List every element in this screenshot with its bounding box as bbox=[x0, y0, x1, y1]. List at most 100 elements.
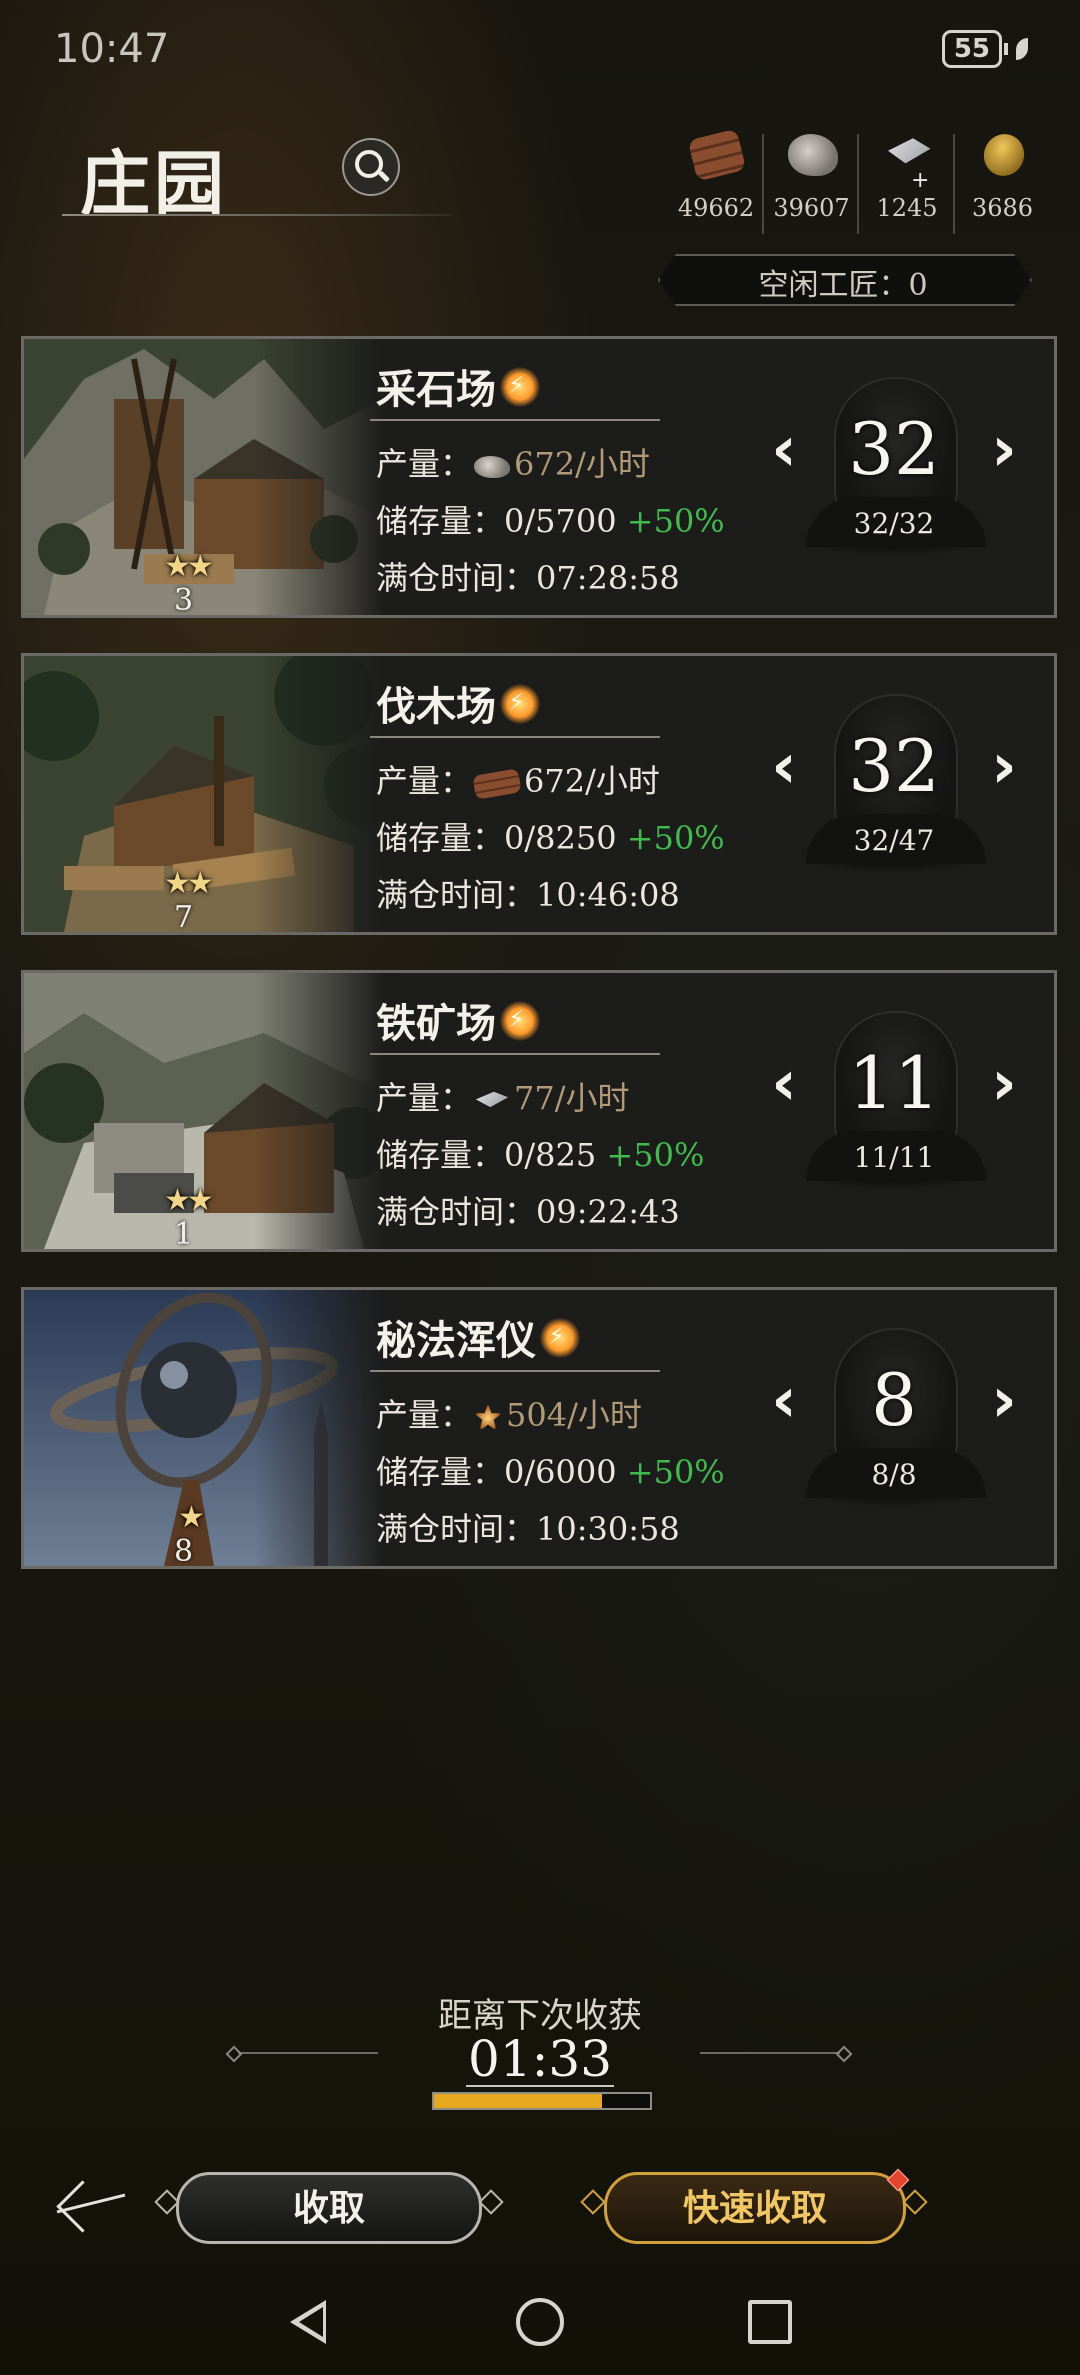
storage-value: 0/825 bbox=[504, 1136, 597, 1174]
worker-count: 8 bbox=[871, 1358, 917, 1442]
building-stars: ★★ bbox=[164, 1183, 214, 1218]
name-divider bbox=[370, 736, 660, 738]
storage-bonus: +50% bbox=[626, 819, 725, 857]
resource-coin-value: 3686 bbox=[971, 194, 1034, 222]
storage-row: 储存量：0/8250 +50% bbox=[376, 813, 725, 859]
storage-value: 0/5700 bbox=[504, 502, 617, 540]
timer-underline bbox=[466, 2085, 614, 2087]
building-name-text: 铁矿场 bbox=[376, 1000, 496, 1047]
boost-icon[interactable] bbox=[540, 1318, 580, 1358]
nav-recents-icon[interactable] bbox=[748, 2300, 792, 2344]
building-stars: ★★ bbox=[164, 549, 214, 584]
output-label: 产量： bbox=[376, 445, 473, 483]
name-divider bbox=[370, 419, 660, 421]
output-label: 产量： bbox=[376, 762, 473, 800]
status-time: 10:47 bbox=[54, 26, 170, 72]
building-name: 伐木场 bbox=[376, 674, 540, 732]
nav-home-icon[interactable] bbox=[516, 2298, 564, 2346]
nav-back-icon[interactable] bbox=[290, 2300, 326, 2344]
quick-collect-button[interactable]: 快速收取 bbox=[604, 2172, 906, 2244]
stone-icon bbox=[474, 455, 511, 478]
output-label: 产量： bbox=[376, 1396, 473, 1434]
boost-icon[interactable] bbox=[500, 684, 540, 724]
building-card-quarry[interactable]: ★★ 3 采石场 产量： 672/小时 储存量：0/5700 +50% 满仓时间：… bbox=[21, 336, 1057, 618]
worker-ratio: 11/11 bbox=[853, 1141, 935, 1174]
full-time-label: 满仓时间： bbox=[376, 1510, 537, 1548]
art-fade bbox=[254, 656, 384, 932]
output-row: 产量： 77/小时 bbox=[376, 1073, 630, 1119]
quarry-artwork: ★★ 3 bbox=[24, 339, 384, 615]
harvest-progress-fill bbox=[434, 2094, 603, 2108]
storage-row: 储存量：0/5700 +50% bbox=[376, 496, 725, 542]
name-divider bbox=[370, 1053, 660, 1055]
full-time-value: 10:46:08 bbox=[536, 876, 680, 914]
page-header: 庄园 bbox=[62, 128, 452, 225]
full-time-label: 满仓时间： bbox=[376, 1193, 537, 1231]
harvest-timer: 01:33 bbox=[467, 2030, 613, 2088]
resource-wood[interactable]: 49662 bbox=[668, 128, 762, 234]
worker-count: 32 bbox=[848, 724, 940, 808]
building-level: 1 bbox=[174, 1217, 194, 1249]
name-divider bbox=[370, 1370, 660, 1372]
resource-bar: 49662 39607 + 1245 3686 bbox=[668, 128, 1049, 234]
battery-indicator: 55 bbox=[941, 30, 1028, 68]
storage-row: 储存量：0/825 +50% bbox=[376, 1130, 704, 1176]
collect-button[interactable]: 收取 bbox=[176, 2172, 482, 2244]
output-row: 产量： 504/小时 bbox=[376, 1390, 642, 1436]
full-time-row: 满仓时间：10:46:08 bbox=[376, 870, 680, 916]
building-name-text: 采石场 bbox=[376, 366, 496, 413]
ornament-diamond-icon bbox=[580, 2189, 606, 2215]
worker-selector: ‹ › 32 32/32 bbox=[754, 367, 1034, 587]
idle-artisans-banner: 空闲工匠：0 bbox=[658, 254, 1028, 302]
building-level: 3 bbox=[174, 583, 194, 615]
output-rate: 504/小时 bbox=[506, 1396, 642, 1434]
armillary-artwork: ★ 8 bbox=[24, 1290, 384, 1566]
resource-wood-value: 49662 bbox=[677, 194, 755, 222]
status-bar: 10:47 55 bbox=[0, 0, 1080, 100]
storage-label: 储存量： bbox=[376, 1453, 505, 1491]
battery-level: 55 bbox=[941, 30, 1002, 68]
full-time-row: 满仓时间：10:30:58 bbox=[376, 1504, 680, 1550]
coin-icon bbox=[977, 128, 1030, 182]
building-card-ironmine[interactable]: ★★ 1 铁矿场 产量： 77/小时 储存量：0/825 +50% 满仓时间：09… bbox=[21, 970, 1057, 1252]
lumbermill-artwork: ★★ 7 bbox=[24, 656, 384, 932]
title-divider bbox=[62, 214, 452, 216]
storage-label: 储存量： bbox=[376, 819, 505, 857]
storage-row: 储存量：0/6000 +50% bbox=[376, 1447, 725, 1493]
worker-selector: ‹ › 8 8/8 bbox=[754, 1318, 1034, 1538]
arcane-icon bbox=[474, 1403, 503, 1432]
wood-icon bbox=[472, 767, 522, 800]
building-name-text: 伐木场 bbox=[376, 683, 496, 730]
building-level: 7 bbox=[174, 900, 194, 932]
plus-icon: + bbox=[911, 168, 930, 193]
search-icon[interactable] bbox=[342, 138, 400, 196]
storage-bonus: +50% bbox=[626, 502, 725, 540]
art-fade bbox=[254, 1290, 384, 1566]
output-row: 产量： 672/小时 bbox=[376, 439, 650, 485]
full-time-row: 满仓时间：09:22:43 bbox=[376, 1187, 680, 1233]
storage-label: 储存量： bbox=[376, 502, 505, 540]
battery-tip bbox=[1004, 43, 1008, 55]
back-arrow-icon[interactable] bbox=[56, 2176, 136, 2232]
building-card-armillary[interactable]: ★ 8 秘法浑仪 产量： 504/小时 储存量：0/6000 +50% 满仓时间：… bbox=[21, 1287, 1057, 1569]
building-name: 铁矿场 bbox=[376, 991, 540, 1049]
boost-icon[interactable] bbox=[500, 367, 540, 407]
full-time-value: 07:28:58 bbox=[536, 559, 680, 597]
boost-icon[interactable] bbox=[500, 1001, 540, 1041]
storage-value: 0/6000 bbox=[504, 1453, 617, 1491]
building-name: 秘法浑仪 bbox=[376, 1308, 580, 1366]
harvest-progress-bar bbox=[432, 2092, 652, 2110]
output-rate: 77/小时 bbox=[514, 1079, 630, 1117]
worker-count: 32 bbox=[848, 407, 940, 491]
iron-icon bbox=[475, 1091, 509, 1108]
worker-ratio: 32/47 bbox=[853, 824, 935, 857]
building-card-lumbermill[interactable]: ★★ 7 伐木场 产量： 672/小时 储存量：0/8250 +50% 满仓时间：… bbox=[21, 653, 1057, 935]
output-label: 产量： bbox=[376, 1079, 473, 1117]
resource-coin[interactable]: 3686 bbox=[952, 128, 1049, 234]
resource-stone[interactable]: 39607 bbox=[761, 134, 858, 234]
building-stars: ★★ bbox=[164, 866, 214, 901]
building-level: 8 bbox=[174, 1534, 194, 1566]
output-rate: 672/小时 bbox=[514, 445, 650, 483]
worker-selector: ‹ › 11 11/11 bbox=[754, 1001, 1034, 1221]
resource-iron[interactable]: + 1245 bbox=[857, 134, 953, 234]
